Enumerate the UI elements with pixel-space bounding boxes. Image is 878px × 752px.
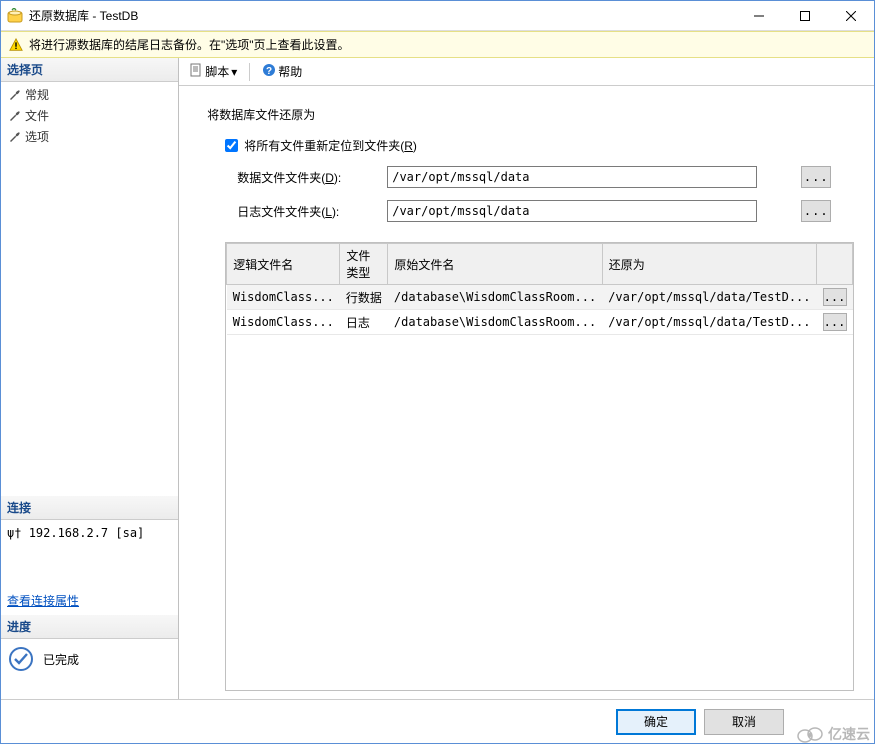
dialog-footer: 确定 取消 <box>1 699 874 743</box>
sidebar-items: 常规 文件 选项 <box>1 82 178 149</box>
data-folder-browse-button[interactable]: ... <box>801 166 831 188</box>
maximize-button[interactable] <box>782 1 828 31</box>
table-row[interactable]: WisdomClass... 行数据 /database\WisdomClass… <box>227 285 853 310</box>
sidebar-item-options[interactable]: 选项 <box>1 126 178 147</box>
server-icon: ψ† <box>7 526 29 540</box>
dialog-window: 还原数据库 - TestDB 将进行源数据库的结尾日志备份。在"选项"页上查看此… <box>0 0 875 744</box>
progress-text: 已完成 <box>43 651 79 668</box>
log-folder-row: 日志文件文件夹(L): ... <box>237 200 854 222</box>
wrench-icon <box>7 88 21 102</box>
minimize-button[interactable] <box>736 1 782 31</box>
progress-block: 已完成 <box>1 639 178 679</box>
col-logical[interactable]: 逻辑文件名 <box>227 244 340 285</box>
cell-logical: WisdomClass... <box>227 285 340 310</box>
col-restore[interactable]: 还原为 <box>602 244 816 285</box>
log-folder-label: 日志文件文件夹(L): <box>237 203 377 220</box>
sidebar-item-files[interactable]: 文件 <box>1 105 178 126</box>
sidebar-item-label: 选项 <box>25 128 49 145</box>
cell-restore: /var/opt/mssql/data/TestD... <box>602 310 816 335</box>
dropdown-icon: ▾ <box>231 65 237 79</box>
warning-text: 将进行源数据库的结尾日志备份。在"选项"页上查看此设置。 <box>29 36 350 53</box>
toolbar-divider <box>249 63 250 81</box>
close-button[interactable] <box>828 1 874 31</box>
connection-header: 连接 <box>1 496 178 520</box>
cell-logical: WisdomClass... <box>227 310 340 335</box>
row-browse-button[interactable]: ... <box>823 313 847 331</box>
connection-info: ψ† 192.168.2.7 [sa] <box>1 520 178 546</box>
app-icon <box>7 8 23 24</box>
row-browse-button[interactable]: ... <box>823 288 847 306</box>
table-row[interactable]: WisdomClass... 日志 /database\WisdomClassR… <box>227 310 853 335</box>
body-area: 选择页 常规 文件 选项 连接 ψ† 192.168.2.7 [sa] <box>1 58 874 699</box>
connection-text: 192.168.2.7 [sa] <box>29 526 145 540</box>
warning-icon <box>9 38 23 52</box>
sidebar-item-label: 文件 <box>25 107 49 124</box>
col-type[interactable]: 文件类型 <box>340 244 388 285</box>
log-folder-input[interactable] <box>387 200 757 222</box>
help-button[interactable]: ? 帮助 <box>258 61 306 82</box>
warning-bar: 将进行源数据库的结尾日志备份。在"选项"页上查看此设置。 <box>1 31 874 58</box>
wrench-icon <box>7 130 21 144</box>
svg-text:?: ? <box>266 66 272 77</box>
window-title: 还原数据库 - TestDB <box>29 7 736 24</box>
table-header-row: 逻辑文件名 文件类型 原始文件名 还原为 <box>227 244 853 285</box>
cancel-button[interactable]: 取消 <box>704 709 784 735</box>
section-title: 将数据库文件还原为 <box>207 106 854 123</box>
relocate-checkbox-label[interactable]: 将所有文件重新定位到文件夹(R) <box>244 137 417 154</box>
help-label: 帮助 <box>278 63 302 80</box>
sidebar: 选择页 常规 文件 选项 连接 ψ† 192.168.2.7 [sa] <box>1 58 179 699</box>
view-connection-link[interactable]: 查看连接属性 <box>1 586 178 615</box>
cell-type: 日志 <box>340 310 388 335</box>
ok-button[interactable]: 确定 <box>616 709 696 735</box>
data-folder-label: 数据文件文件夹(D): <box>237 169 377 186</box>
data-folder-row: 数据文件文件夹(D): ... <box>237 166 854 188</box>
files-table-container: 逻辑文件名 文件类型 原始文件名 还原为 WisdomClass... 行数据 <box>225 242 854 691</box>
toolbar: 脚本 ▾ ? 帮助 <box>179 58 874 86</box>
col-original[interactable]: 原始文件名 <box>388 244 602 285</box>
script-label: 脚本 <box>205 63 229 80</box>
check-icon <box>7 645 35 673</box>
data-folder-input[interactable] <box>387 166 757 188</box>
sidebar-item-label: 常规 <box>25 86 49 103</box>
cell-original: /database\WisdomClassRoom... <box>388 285 602 310</box>
script-button[interactable]: 脚本 ▾ <box>185 61 241 82</box>
select-page-header: 选择页 <box>1 58 178 82</box>
cell-type: 行数据 <box>340 285 388 310</box>
relocate-checkbox-row: 将所有文件重新定位到文件夹(R) <box>225 137 854 154</box>
content-area: 将数据库文件还原为 将所有文件重新定位到文件夹(R) 数据文件文件夹(D): .… <box>179 86 874 699</box>
sidebar-item-general[interactable]: 常规 <box>1 84 178 105</box>
help-icon: ? <box>262 63 276 80</box>
titlebar: 还原数据库 - TestDB <box>1 1 874 31</box>
cell-original: /database\WisdomClassRoom... <box>388 310 602 335</box>
files-table: 逻辑文件名 文件类型 原始文件名 还原为 WisdomClass... 行数据 <box>226 243 853 335</box>
wrench-icon <box>7 109 21 123</box>
progress-header: 进度 <box>1 615 178 639</box>
window-controls <box>736 1 874 30</box>
main-panel: 脚本 ▾ ? 帮助 将数据库文件还原为 将所有文件重新定位到文件夹(R) 数据文… <box>179 58 874 699</box>
cell-restore: /var/opt/mssql/data/TestD... <box>602 285 816 310</box>
script-icon <box>189 63 203 80</box>
relocate-checkbox[interactable] <box>225 139 238 152</box>
log-folder-browse-button[interactable]: ... <box>801 200 831 222</box>
col-action <box>817 244 853 285</box>
